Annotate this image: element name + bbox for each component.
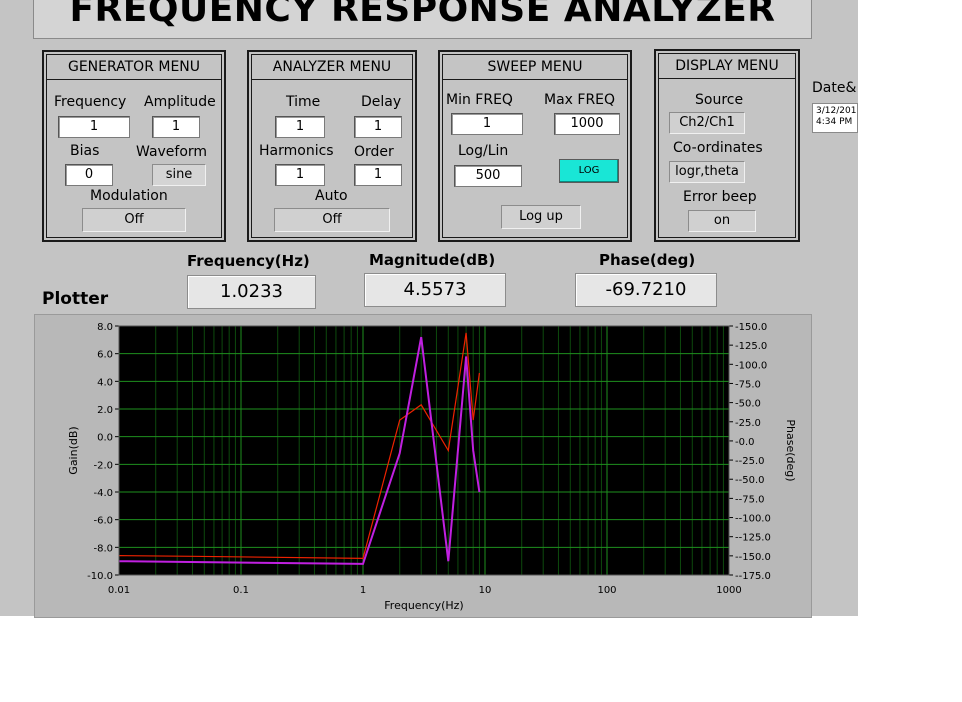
y2-tick-label: --75.0 (735, 494, 764, 505)
log-up-button[interactable]: Log up (501, 205, 581, 229)
display-menu-header: DISPLAY MENU (659, 54, 795, 79)
plotter-label: Plotter (42, 289, 109, 309)
generator-menu: GENERATOR MENU Frequency Amplitude 1 1 B… (42, 50, 226, 242)
y2-tick-label: --125.0 (735, 533, 771, 544)
amplitude-label: Amplitude (144, 94, 216, 110)
error-beep-button[interactable]: on (688, 210, 756, 232)
y-tick-label: 4.0 (97, 377, 113, 388)
magnitude-readout: 4.5573 (364, 273, 506, 307)
analyzer-menu: ANALYZER MENU Time Delay 1 1 Harmonics O… (247, 50, 417, 242)
time-label: Time (286, 94, 321, 110)
source-select[interactable]: Ch2/Ch1 (669, 112, 745, 134)
max-freq-field[interactable]: 1000 (554, 113, 620, 135)
analyzer-menu-frame: ANALYZER MENU Time Delay 1 1 Harmonics O… (251, 54, 413, 238)
generator-menu-header: GENERATOR MENU (47, 55, 221, 80)
y-tick-label: 0.0 (97, 433, 113, 444)
x-tick-label: 10 (479, 585, 492, 596)
phase-readout: -69.7210 (575, 273, 717, 307)
analyzer-menu-header: ANALYZER MENU (252, 55, 412, 80)
y2-tick-label: -100.0 (735, 360, 767, 371)
y-axis-title: Gain(dB) (67, 426, 80, 474)
y-tick-label: -2.0 (93, 460, 113, 471)
y-tick-label: 6.0 (97, 350, 113, 361)
x-tick-label: 100 (597, 585, 616, 596)
auto-button[interactable]: Off (274, 208, 390, 232)
harmonics-label: Harmonics (259, 143, 334, 159)
frequency-readout: 1.0233 (187, 275, 316, 309)
sweep-menu-header: SWEEP MENU (443, 55, 627, 80)
sweep-menu: SWEEP MENU Min FREQ Max FREQ 1 1000 Log/… (438, 50, 632, 242)
bias-field[interactable]: 0 (65, 164, 113, 186)
x-tick-label: 1000 (716, 585, 741, 596)
y-tick-label: -8.0 (93, 543, 113, 554)
max-freq-label: Max FREQ (544, 92, 616, 108)
y2-tick-label: --100.0 (735, 514, 771, 525)
bias-label: Bias (70, 143, 100, 159)
loglin-label: Log/Lin (458, 143, 509, 159)
y2-tick-label: -25.0 (735, 418, 761, 429)
frequency-label: Frequency (54, 94, 127, 110)
error-beep-label: Error beep (683, 189, 757, 205)
waveform-select[interactable]: sine (152, 164, 206, 186)
min-freq-label: Min FREQ (446, 92, 513, 108)
x-tick-label: 0.01 (108, 585, 130, 596)
sweep-menu-frame: SWEEP MENU Min FREQ Max FREQ 1 1000 Log/… (442, 54, 628, 238)
delay-field[interactable]: 1 (354, 116, 402, 138)
display-menu-frame: DISPLAY MENU Source Ch2/Ch1 Co-ordinates… (658, 53, 796, 238)
frequency-field[interactable]: 1 (58, 116, 130, 138)
x-tick-label: 0.1 (233, 585, 249, 596)
y-tick-label: -10.0 (87, 571, 113, 582)
delay-label: Delay (361, 94, 402, 110)
front-panel: FREQUENCY RESPONSE ANALYZER GENERATOR ME… (0, 0, 858, 618)
modulation-button[interactable]: Off (82, 208, 186, 232)
plotter-frame: 0.01 0.1 1 10 100 1000 8.0 6.0 4.0 2.0 0.0 -2.0 -4.0… (34, 314, 812, 618)
y-tick-label: -4.0 (93, 488, 113, 499)
source-label: Source (695, 92, 744, 108)
harmonics-field[interactable]: 1 (275, 164, 325, 186)
order-field[interactable]: 1 (354, 164, 402, 186)
y2-axis-title: Phase(deg) (784, 419, 797, 481)
title-banner: FREQUENCY RESPONSE ANALYZER (33, 0, 812, 39)
x-tick-label: 1 (360, 585, 366, 596)
y2-tick-label: -150.0 (735, 322, 767, 333)
y-tick-label: -6.0 (93, 516, 113, 527)
x-axis-title: Frequency(Hz) (384, 599, 463, 612)
min-freq-field[interactable]: 1 (451, 113, 523, 135)
y2-tick-label: --25.0 (735, 456, 764, 467)
waveform-label: Waveform (136, 144, 208, 160)
app-title: FREQUENCY RESPONSE ANALYZER (69, 0, 776, 30)
display-menu: DISPLAY MENU Source Ch2/Ch1 Co-ordinates… (654, 49, 800, 242)
phase-readout-label: Phase(deg) (599, 251, 696, 269)
date-label: Date& (812, 80, 857, 96)
y2-tick-label: -75.0 (735, 379, 761, 390)
time-line: 4:34 PM (816, 117, 853, 127)
y2-tick-label: -0.0 (735, 437, 755, 448)
date-line: 3/12/201 (816, 106, 857, 116)
time-field[interactable]: 1 (275, 116, 325, 138)
log-toggle-button[interactable]: LOG (559, 159, 619, 183)
frequency-response-chart: 0.01 0.1 1 10 100 1000 8.0 6.0 4.0 2.0 0.0 -2.0 -4.0… (67, 322, 797, 612)
amplitude-field[interactable]: 1 (152, 116, 200, 138)
y2-tick-label: -50.0 (735, 399, 761, 410)
y-tick-label: 8.0 (97, 322, 113, 333)
date-display: 3/12/201 4:34 PM (812, 103, 858, 133)
magnitude-readout-label: Magnitude(dB) (369, 251, 496, 269)
coordinates-label: Co-ordinates (673, 140, 763, 156)
y2-tick-label: --175.0 (735, 571, 771, 582)
modulation-label: Modulation (90, 188, 168, 204)
y-tick-label: 2.0 (97, 405, 113, 416)
coordinates-select[interactable]: logr,theta (669, 161, 745, 183)
generator-menu-frame: GENERATOR MENU Frequency Amplitude 1 1 B… (46, 54, 222, 238)
y2-tick-label: -125.0 (735, 341, 767, 352)
y2-tick-label: --50.0 (735, 475, 764, 486)
loglin-field[interactable]: 500 (454, 165, 522, 187)
frequency-readout-label: Frequency(Hz) (187, 252, 310, 270)
y2-tick-label: --150.0 (735, 552, 771, 563)
auto-label: Auto (315, 188, 348, 204)
order-label: Order (354, 144, 394, 160)
